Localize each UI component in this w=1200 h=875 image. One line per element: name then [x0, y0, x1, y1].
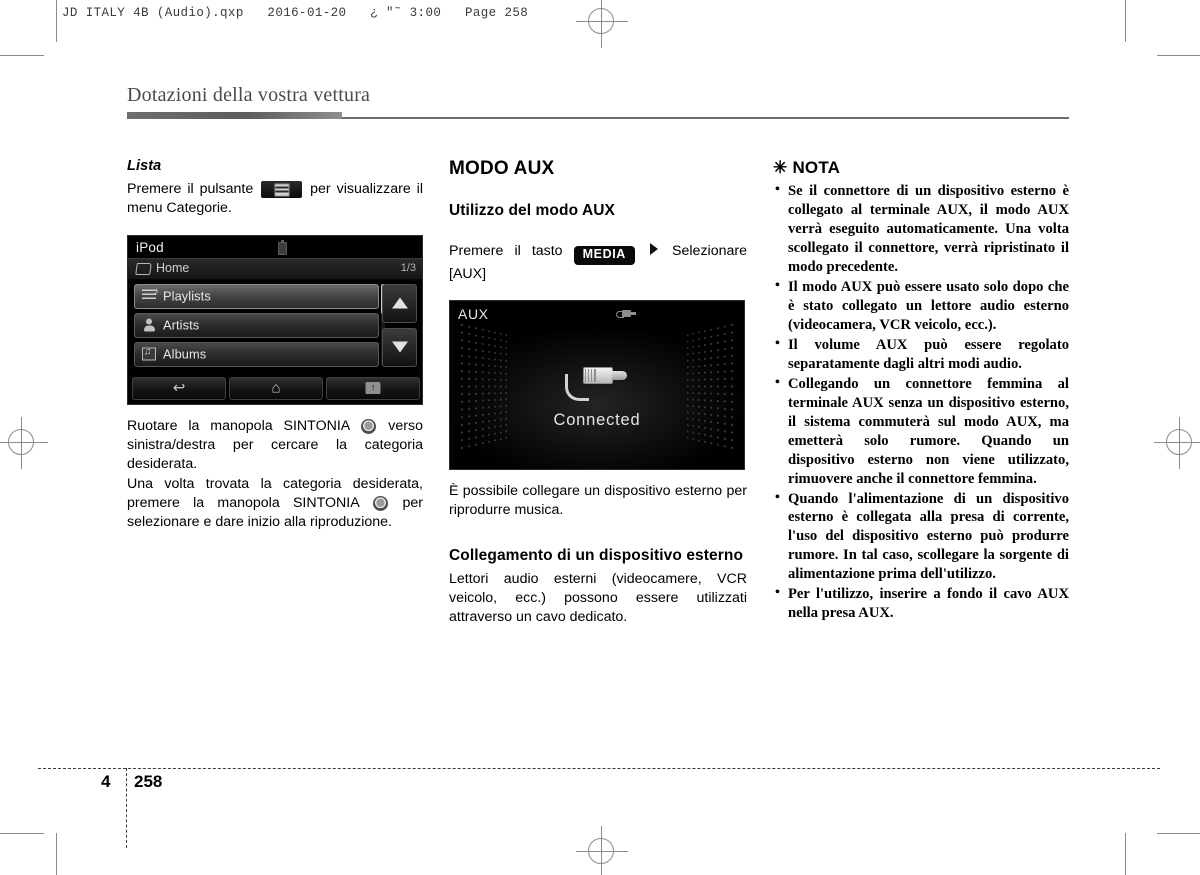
tuning-knob-icon: [373, 495, 389, 511]
lista-instruction-prefix: Premere il pulsante: [127, 181, 254, 197]
aux-screen-title: AUX: [458, 306, 489, 323]
list-item[interactable]: Playlists: [134, 283, 379, 309]
list-item: Il volume AUX può essere regolato separa…: [773, 335, 1069, 374]
knob-rotate-text-1: Ruotare la manopola SINTONIA: [127, 417, 350, 434]
registration-mark-left: [0, 417, 48, 469]
back-button[interactable]: ↩: [132, 376, 226, 400]
nota-heading: ✳ NOTA: [773, 158, 1069, 178]
battery-icon: [278, 239, 287, 255]
ipod-toolbar: ↩ ⌂: [128, 373, 422, 404]
back-arrow-icon: ↩: [172, 379, 186, 397]
registration-mark-bottom: [576, 826, 628, 875]
list-item[interactable]: Albums: [134, 341, 379, 367]
triangle-down-icon: [391, 341, 408, 353]
list-item: Se il connettore di un dispositivo ester…: [773, 181, 1069, 277]
list-lines-glyph: [274, 183, 290, 196]
footer-dashed-divider: [126, 768, 127, 848]
list-item: Il modo AUX può essere usato solo dopo c…: [773, 277, 1069, 335]
ipod-screen: iPod Home 1/3 Playlists Artists Album: [127, 234, 423, 405]
footer-dashed-rule: [38, 768, 1160, 769]
home-button[interactable]: ⌂: [229, 376, 323, 400]
home-icon: ⌂: [271, 379, 281, 397]
section-heading-modo-aux: MODO AUX: [449, 158, 555, 179]
knob-press-instruction: Una volta trovata la categoria desiderat…: [127, 475, 423, 533]
artist-icon: [142, 318, 156, 332]
section-heading-lista: Lista: [127, 158, 162, 174]
crop-mark-bottom-right-vertical: [1125, 833, 1126, 875]
asterisk-icon: ✳: [773, 158, 788, 177]
title-rule: [127, 112, 1069, 119]
subheading-utilizzo: Utilizzo del modo AUX: [449, 202, 615, 219]
subheading-collegamento: Collegamento di un dispositivo esterno: [449, 546, 744, 564]
list-item: Per l'utilizzo, inserire a fondo il cavo…: [773, 584, 1069, 623]
crop-mark-bottom-left-vertical: [56, 833, 57, 875]
scroll-up-button[interactable]: [382, 283, 417, 323]
page-title: Dotazioni della vostra vettura: [127, 84, 371, 106]
crop-mark-top-right-vertical: [1125, 0, 1126, 42]
manual-page: JD ITALY 4B (Audio).qxp 2016-01-20 ¿ "˜ …: [0, 0, 1200, 875]
crop-mark-top-left-vertical: [56, 0, 57, 42]
folder-icon: [135, 262, 152, 275]
aux-status-text: Connected: [553, 411, 641, 430]
triangle-right-icon: [649, 243, 658, 255]
ipod-breadcrumb-label: Home: [156, 260, 190, 275]
list-item[interactable]: Artists: [134, 312, 379, 338]
list-item-label: Playlists: [163, 288, 211, 304]
ipod-page-indicator: 1/3: [400, 261, 416, 274]
speaker-grille-left-icon: [457, 320, 509, 454]
list-item: Collegando un connettore femmina al term…: [773, 374, 1069, 489]
aux-description: È possibile collegare un dispositivo est…: [449, 483, 747, 519]
aux-plug-small-icon: [616, 310, 636, 319]
column-left: Lista Premere il pulsante per visualizza…: [127, 158, 423, 533]
footer-page-number: 258: [134, 772, 163, 791]
lista-instruction: Premere il pulsante per visualizzare il …: [127, 180, 423, 219]
playlist-icon: [142, 287, 159, 303]
album-icon: [142, 347, 156, 361]
column-middle: MODO AUX Utilizzo del modo AUX Premere i…: [449, 158, 747, 628]
registration-mark-right: [1154, 417, 1200, 469]
triangle-up-icon: [391, 297, 408, 309]
ipod-screen-title: iPod: [136, 239, 164, 255]
nota-bullet-list: Se il connettore di un dispositivo ester…: [773, 181, 1069, 623]
title-rule-thin: [342, 117, 1069, 119]
folder-up-button[interactable]: [326, 376, 420, 400]
crop-mark-top-right-horizontal: [1157, 55, 1200, 56]
list-item-label: Artists: [163, 317, 200, 333]
list-lines-icon: [261, 181, 303, 198]
registration-mark-top: [576, 0, 628, 48]
column-right: ✳NOTA Se il connettore di un dispositivo…: [773, 158, 1069, 624]
print-slug: JD ITALY 4B (Audio).qxp 2016-01-20 ¿ "˜ …: [62, 6, 529, 20]
speaker-grille-right-icon: [685, 320, 737, 454]
ipod-category-list: Playlists Artists Albums: [134, 283, 379, 371]
nota-title: NOTA: [792, 158, 841, 177]
crop-mark-bottom-left-horizontal: [0, 833, 44, 834]
media-button-badge: MEDIA: [573, 246, 635, 265]
scroll-down-button[interactable]: [382, 327, 417, 367]
external-device-description: Lettori audio esterni (videocamere, VCR …: [449, 570, 747, 626]
crop-mark-bottom-right-horizontal: [1157, 833, 1200, 834]
aux-screen: AUX Connected: [449, 300, 745, 471]
knob-rotate-instruction: Ruotare la manopola SINTONIA verso sinis…: [127, 417, 423, 475]
list-item-label: Albums: [163, 346, 207, 362]
footer-chapter-number: 4: [101, 772, 111, 791]
ipod-breadcrumb-bar: Home 1/3: [128, 257, 422, 280]
aux-instruction: Premere il tasto MEDIA Selezionare [AUX]: [449, 242, 747, 284]
aux-instruction-prefix: Premere il tasto: [449, 243, 563, 259]
crop-mark-top-left-horizontal: [0, 55, 44, 56]
list-item: Quando l'alimentazione di un dispositivo…: [773, 489, 1069, 585]
aux-plug-icon: [565, 365, 629, 402]
title-rule-thick: [127, 112, 342, 119]
folder-up-icon: [365, 382, 381, 395]
tuning-knob-icon: [361, 418, 377, 434]
